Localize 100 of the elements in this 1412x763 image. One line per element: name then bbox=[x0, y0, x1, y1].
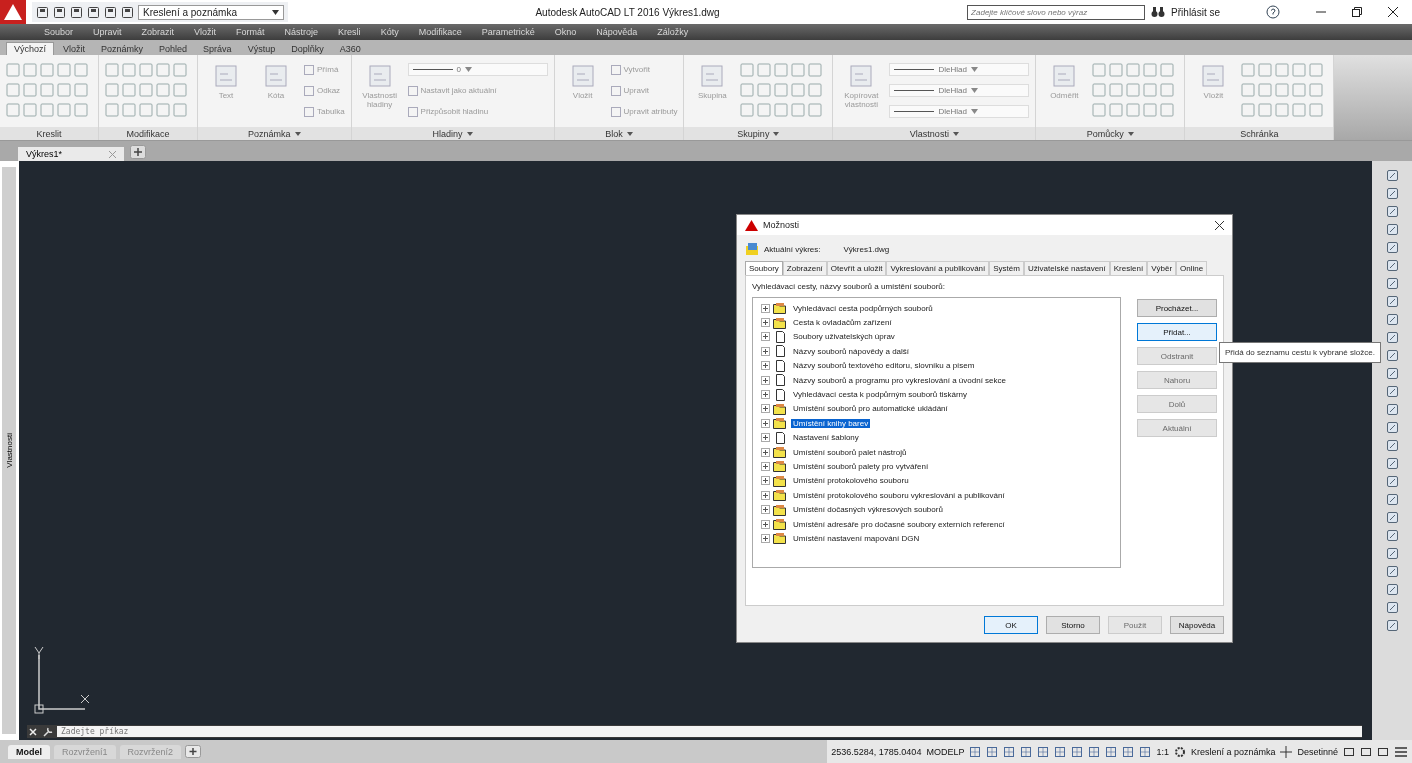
panel-title[interactable]: Modifikace bbox=[99, 127, 197, 140]
ribbon-tab[interactable]: Výstup bbox=[240, 43, 283, 55]
tree-item[interactable]: Umístění protokolového souboru vykreslování a publikování bbox=[791, 490, 1007, 500]
toolbar-icon[interactable] bbox=[1385, 403, 1399, 416]
dialog-tab[interactable]: Soubory bbox=[745, 261, 783, 275]
ribbon-tab[interactable]: Vložit bbox=[56, 43, 93, 55]
ribbon-tab[interactable]: A360 bbox=[332, 43, 368, 55]
menu-item[interactable]: Záložky bbox=[657, 27, 689, 37]
gear-icon[interactable] bbox=[1173, 745, 1186, 758]
wrench-icon[interactable] bbox=[42, 725, 54, 738]
dialog-tab[interactable]: Systém bbox=[989, 261, 1024, 275]
command-line-field[interactable]: Zadejte příkaz bbox=[57, 726, 1362, 737]
panel-title[interactable]: Kreslit bbox=[0, 127, 98, 140]
menu-item[interactable]: Formát bbox=[236, 27, 265, 37]
quick-access-icon[interactable] bbox=[87, 5, 100, 19]
tree-item[interactable]: Umístění knihy barev bbox=[791, 418, 871, 428]
expand-icon[interactable] bbox=[761, 519, 770, 529]
toolbar-icon[interactable] bbox=[1385, 583, 1399, 596]
menu-item[interactable]: Zobrazit bbox=[141, 27, 175, 37]
toolbar-icon[interactable] bbox=[1385, 601, 1399, 614]
toolbar-icon[interactable] bbox=[1385, 349, 1399, 362]
panel-title[interactable]: Skupiny bbox=[684, 127, 833, 140]
quick-access-icon[interactable] bbox=[53, 5, 66, 19]
add-layout-icon[interactable] bbox=[185, 745, 202, 758]
dialog-tab[interactable]: Kreslení bbox=[1109, 261, 1148, 275]
toolbar-icon[interactable] bbox=[1385, 241, 1399, 254]
toolbar-icon[interactable] bbox=[1385, 565, 1399, 578]
dialog-button[interactable]: Storno bbox=[1046, 616, 1100, 634]
toolbar-icon[interactable] bbox=[1385, 169, 1399, 182]
ribbon-dropdown[interactable]: DleHlad bbox=[889, 63, 1030, 76]
ribbon-tab[interactable]: Doplňky bbox=[284, 43, 331, 55]
panel-title[interactable]: Pomůcky bbox=[1036, 127, 1185, 140]
annotation-scale-dropdown[interactable]: 1:1 bbox=[1156, 746, 1169, 757]
expand-icon[interactable] bbox=[761, 318, 770, 328]
dialog-button[interactable]: OK bbox=[984, 616, 1038, 634]
tree-item[interactable]: Umístění adresáře pro dočasné soubory externích referencí bbox=[791, 519, 1007, 529]
expand-icon[interactable] bbox=[761, 418, 770, 428]
tree-item[interactable]: Umístění dočasných výkresových souborů bbox=[791, 505, 945, 515]
quick-access-icon[interactable] bbox=[121, 5, 134, 19]
toolbar-icon[interactable] bbox=[1385, 313, 1399, 326]
expand-icon[interactable] bbox=[761, 462, 770, 471]
panel-title[interactable]: Blok bbox=[554, 127, 684, 140]
toolbar-icon[interactable] bbox=[1385, 547, 1399, 560]
expand-icon[interactable] bbox=[761, 476, 770, 486]
toolbar-icon[interactable] bbox=[1385, 367, 1399, 380]
workspace-dropdown[interactable]: Kreslení a poznámka bbox=[1190, 746, 1276, 757]
tree-item[interactable]: Vyhledávací cesta k podpůrným souborů tiskárny bbox=[791, 390, 969, 400]
toolbar-icon[interactable] bbox=[1385, 529, 1399, 542]
expand-icon[interactable] bbox=[761, 490, 770, 500]
expand-icon[interactable] bbox=[761, 505, 770, 515]
close-icon[interactable] bbox=[1215, 220, 1224, 230]
workspace-dropdown[interactable]: Kreslení a poznámka bbox=[138, 4, 284, 20]
toolbar-icon[interactable] bbox=[1385, 277, 1399, 290]
layout-tab[interactable]: Model bbox=[8, 744, 50, 759]
dialog-button[interactable]: Procházet... bbox=[1137, 299, 1217, 317]
expand-icon[interactable] bbox=[761, 332, 770, 342]
dialog-tab[interactable]: Zobrazení bbox=[782, 261, 827, 275]
model-space-toggle[interactable]: MODELP bbox=[926, 746, 965, 757]
binoculars-icon[interactable] bbox=[1151, 6, 1166, 18]
expand-icon[interactable] bbox=[761, 533, 770, 543]
tree-item[interactable]: Umístění souborů palet nástrojů bbox=[791, 447, 909, 457]
ribbon-tab[interactable]: Pohled bbox=[152, 43, 195, 55]
menu-item[interactable]: Okno bbox=[554, 27, 577, 37]
tree-item[interactable]: Soubory uživatelských úprav bbox=[791, 332, 897, 342]
tree-item[interactable]: Nastavení šablony bbox=[791, 433, 861, 443]
toolbar-icon[interactable] bbox=[1385, 619, 1399, 632]
menu-icon[interactable] bbox=[1394, 745, 1408, 758]
quick-access-icon[interactable] bbox=[70, 5, 83, 19]
menu-item[interactable]: Parametrické bbox=[481, 27, 535, 37]
toolbar-icon[interactable] bbox=[1385, 385, 1399, 398]
expand-icon[interactable] bbox=[761, 404, 770, 414]
tree-item[interactable]: Umístění souborů palety pro vytváření bbox=[791, 462, 931, 471]
expand-icon[interactable] bbox=[761, 447, 770, 457]
dialog-button[interactable]: Přidat... bbox=[1137, 323, 1217, 341]
ribbon-dropdown[interactable]: 0 bbox=[407, 63, 548, 76]
menu-item[interactable]: Soubor bbox=[44, 27, 74, 37]
quick-access-icon[interactable] bbox=[36, 5, 49, 19]
tree-item[interactable]: Vyhledávací cesta podpůrných souborů bbox=[791, 303, 935, 313]
help-icon[interactable] bbox=[1266, 5, 1280, 19]
dialog-tab[interactable]: Online bbox=[1176, 261, 1208, 275]
dialog-tab[interactable]: Výběr bbox=[1147, 261, 1177, 275]
new-tab-icon[interactable] bbox=[130, 145, 146, 159]
tree-item[interactable]: Názvy souborů nápovědy a další bbox=[791, 346, 912, 356]
tree-item[interactable]: Názvy souborů a programu pro vykreslování a úvodní sekce bbox=[791, 375, 1008, 385]
close-icon[interactable] bbox=[1388, 7, 1398, 17]
menu-item[interactable]: Upravit bbox=[93, 27, 122, 37]
panel-title[interactable]: Schránka bbox=[1185, 127, 1334, 140]
toolbar-icon[interactable] bbox=[1385, 187, 1399, 200]
toolbar-icon[interactable] bbox=[1385, 223, 1399, 236]
panel-title[interactable]: Poznámka bbox=[198, 127, 351, 140]
toolbar-icon[interactable] bbox=[1385, 511, 1399, 524]
plus-icon[interactable] bbox=[1280, 745, 1293, 758]
document-tab[interactable]: Výkres1* bbox=[18, 147, 124, 161]
ribbon-dropdown[interactable]: DleHlad bbox=[889, 105, 1030, 118]
dialog-button[interactable]: Nápověda bbox=[1170, 616, 1224, 634]
tree-item[interactable]: Umístění nastavení mapování DGN bbox=[791, 533, 922, 543]
toolbar-icon[interactable] bbox=[1385, 439, 1399, 452]
sign-in-link[interactable]: Přihlásit se bbox=[1171, 6, 1220, 18]
panel-title[interactable]: Hladiny bbox=[351, 127, 554, 140]
menu-item[interactable]: Nápověda bbox=[596, 27, 638, 37]
